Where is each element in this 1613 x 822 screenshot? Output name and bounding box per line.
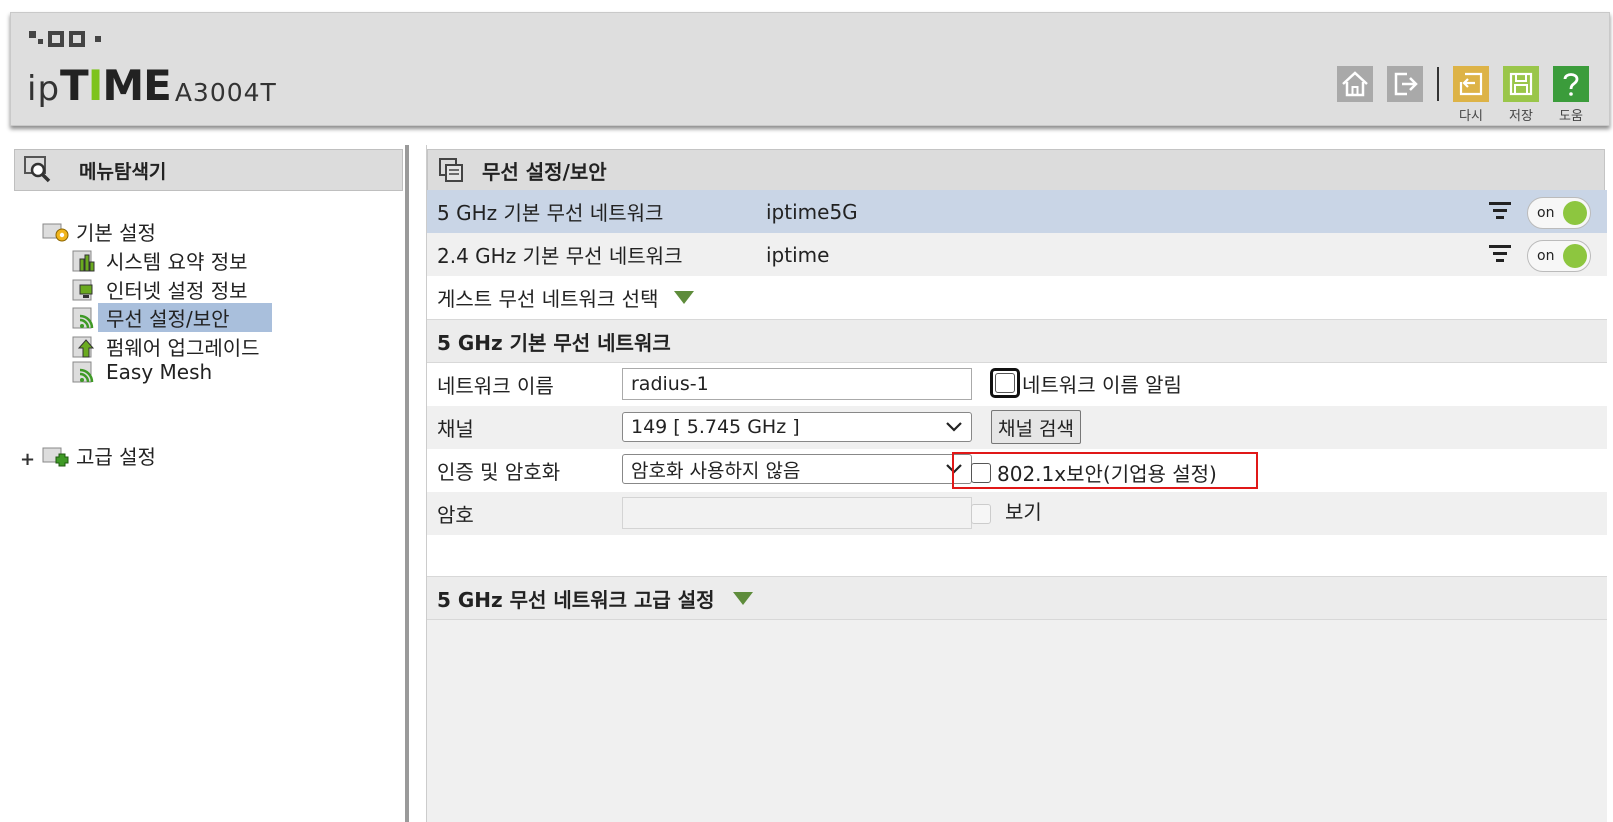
tree-basic-settings[interactable]: 기본 설정 [42,217,156,246]
tree-item-system-summary[interactable]: 시스템 요약 정보 [72,246,248,275]
tree-basic-label: 기본 설정 [76,221,156,245]
toggle-knob [1563,201,1587,225]
network-toggle-24ghz[interactable]: on [1527,240,1591,272]
main-panel: 무선 설정/보안 5 GHz 기본 무선 네트워크 iptime5G on 2.… [426,145,1613,822]
tree-item-internet-info[interactable]: 인터넷 설정 정보 [72,275,248,304]
section-title: 5 GHz 기본 무선 네트워크 [437,330,671,355]
refresh-caption: 다시 [1459,109,1483,124]
question-icon [1563,73,1579,96]
filter-icon[interactable] [1487,243,1513,267]
expand-advanced-toggle[interactable]: + [20,449,35,470]
tree-item-firmware-upgrade[interactable]: 펌웨어 업그레이드 [72,332,260,361]
section-header-advanced[interactable]: 5 GHz 무선 네트워크 고급 설정 [427,576,1607,620]
network-ssid: iptime5G [766,199,858,224]
undo-icon [1459,72,1483,96]
toggle-knob [1563,244,1587,268]
field-label: 암호 [437,503,474,527]
enterprise-8021x-checkbox[interactable] [971,462,991,483]
form-row-network-name: 네트워크 이름 radius-1 네트워크 이름 알림 [427,363,1607,406]
select-value: 암호화 사용하지 않음 [631,459,801,482]
logout-button[interactable] [1387,66,1423,102]
show-password-checkbox[interactable] [971,503,991,524]
form-row-channel: 채널 149 [ 5.745 GHz ] 채널 검색 [427,406,1607,449]
tree-item-easy-mesh[interactable]: Easy Mesh [72,360,212,384]
network-band-label: 2.4 GHz 기본 무선 네트워크 [437,244,683,268]
magnifier-icon [24,156,51,183]
spacer-row [427,535,1607,576]
checkbox-label: 보기 [1005,500,1042,524]
iptime-brand-logo: ip TIME A3004T [27,61,277,110]
field-label: 네트워크 이름 [437,374,554,398]
save-caption: 저장 [1509,109,1533,124]
toggle-state: on [1537,248,1555,264]
empty-area [427,620,1607,822]
menu-finder-header: 메뉴탐색기 [14,149,403,191]
field-label: 인증 및 암호화 [437,460,561,484]
network-band-label: 5 GHz 기본 무선 네트워크 [437,201,664,225]
toggle-state: on [1537,205,1555,221]
bar-chart-icon [72,250,95,271]
network-name-input[interactable]: radius-1 [622,368,972,400]
tree-advanced-label: 고급 설정 [76,445,156,469]
network-toggle-5ghz[interactable]: on [1527,197,1591,229]
sidebar: 메뉴탐색기 기본 설정 시스템 요약 정보 인터넷 설정 정보 무선 설정/보안… [0,145,406,822]
folder-gear-icon [42,223,69,241]
channel-select[interactable]: 149 [ 5.745 GHz ] [622,412,972,442]
logout-icon [1394,72,1418,96]
tree-item-label: 인터넷 설정 정보 [106,279,248,303]
checkbox-label: 802.1x보안(기업용 설정) [997,462,1217,486]
monitor-icon [72,279,93,300]
save-icon [1509,72,1533,96]
wifi-icon [72,307,94,328]
network-name-broadcast-checkbox[interactable] [990,368,1020,398]
brand-time: TIME [60,61,172,110]
menu-finder-title: 메뉴탐색기 [79,160,167,183]
triangle-down-icon [674,291,695,304]
password-input[interactable] [622,497,972,529]
checkbox-label: 네트워크 이름 알림 [1022,372,1182,397]
refresh-button[interactable] [1453,66,1489,102]
network-ssid: iptime [766,242,830,267]
chevron-down-icon [946,422,962,432]
folder-plus-icon [42,447,69,466]
tree-item-label: 무선 설정/보안 [98,303,272,332]
tree-item-label: Easy Mesh [106,360,213,384]
tree-item-label: 시스템 요약 정보 [106,250,248,274]
model-name: A3004T [174,78,277,107]
network-row-24ghz[interactable]: 2.4 GHz 기본 무선 네트워크 iptime on [427,233,1607,276]
home-icon [1342,71,1368,97]
page-title-bar: 무선 설정/보안 [427,149,1605,191]
guest-network-select[interactable]: 게스트 무선 네트워크 선택 [427,276,1607,319]
wifi-icon [72,361,94,383]
triangle-down-icon [732,591,753,605]
auth-select[interactable]: 암호화 사용하지 않음 [622,454,972,484]
iptime-logo-mark [29,31,106,47]
tree-advanced-settings[interactable]: 고급 설정 [42,441,156,470]
select-value: 149 [ 5.745 GHz ] [631,416,800,438]
upload-arrow-icon [72,336,95,357]
help-caption: 도움 [1559,109,1583,124]
filter-icon[interactable] [1487,200,1513,224]
save-button[interactable] [1503,66,1539,102]
header-bar: ip TIME A3004T 다시 저장 도움 [10,12,1610,126]
section-header-basic: 5 GHz 기본 무선 네트워크 [427,319,1607,363]
section-title: 5 GHz 무선 네트워크 고급 설정 [437,587,715,612]
window-icon [439,158,463,182]
form-row-password: 암호 보기 [427,492,1607,535]
page-title: 무선 설정/보안 [482,159,607,184]
field-label: 채널 [437,417,474,441]
network-row-5ghz[interactable]: 5 GHz 기본 무선 네트워크 iptime5G on [427,190,1607,233]
help-button[interactable] [1553,66,1589,102]
panel-divider [405,145,409,822]
home-button[interactable] [1337,66,1373,102]
guest-network-label: 게스트 무선 네트워크 선택 [437,287,659,311]
brand-ip: ip [27,69,61,109]
header-toolbar: 다시 저장 도움 [1323,66,1589,124]
form-row-auth: 인증 및 암호화 암호화 사용하지 않음 802.1x보안(기업용 설정) [427,449,1607,492]
tree-item-label: 펌웨어 업그레이드 [106,336,260,360]
channel-search-button[interactable]: 채널 검색 [991,410,1081,444]
tree-item-wireless-security[interactable]: 무선 설정/보안 [72,303,272,332]
